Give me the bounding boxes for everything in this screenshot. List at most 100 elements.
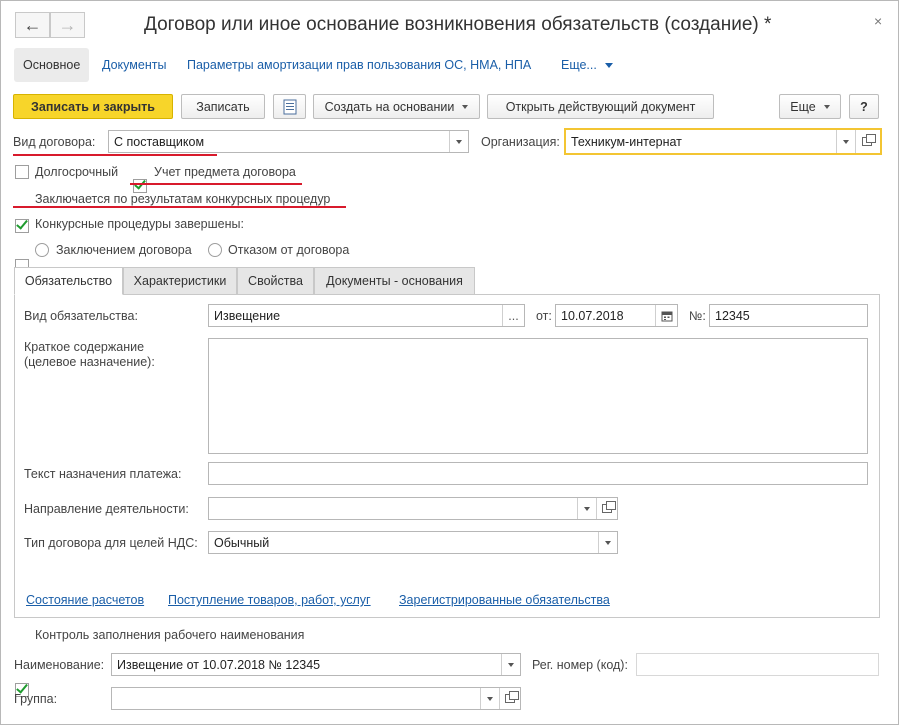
radio-refusal-label: Отказом от договора — [228, 243, 350, 257]
arrow-right-icon: → — [58, 14, 77, 35]
organization-select[interactable]: Техникум-интернат — [564, 128, 882, 155]
radio-conclusion[interactable] — [35, 243, 49, 257]
vat-type-select[interactable]: Обычный — [208, 531, 618, 554]
tab-basis-documents[interactable]: Документы - основания — [314, 267, 475, 295]
chevron-down-icon — [508, 662, 514, 667]
activity-select[interactable] — [208, 497, 618, 520]
more-button-label: Еще — [790, 99, 816, 114]
organization-label: Организация: — [481, 135, 560, 149]
subject-accounting-checkbox[interactable] — [133, 177, 147, 193]
dropdown-button[interactable] — [577, 498, 596, 519]
arrow-left-icon: ← — [23, 14, 42, 35]
tab-properties[interactable]: Свойства — [237, 267, 314, 295]
number-label: №: — [689, 309, 706, 323]
create-based-button[interactable]: Создать на основании — [313, 94, 480, 119]
chevron-down-icon — [605, 540, 611, 545]
tab-documents[interactable]: Документы — [93, 48, 175, 82]
close-icon[interactable]: × — [874, 13, 882, 29]
chevron-down-icon — [604, 63, 613, 69]
tab-main[interactable]: Основное — [14, 48, 90, 82]
tab-characteristics[interactable]: Характеристики — [123, 267, 237, 295]
dropdown-button[interactable] — [449, 131, 468, 152]
open-button[interactable] — [596, 498, 617, 519]
activity-label: Направление деятельности: — [24, 502, 189, 516]
open-window-icon — [861, 134, 876, 146]
chevron-down-icon — [462, 104, 469, 109]
tab-amortization[interactable]: Параметры амортизации прав пользования О… — [178, 48, 540, 82]
procedures-completed-label: Конкурсные процедуры завершены: — [35, 217, 244, 231]
obligation-type-label: Вид обязательства: — [24, 309, 138, 323]
forward-button[interactable]: → — [50, 12, 85, 38]
obligation-type-field[interactable]: Извещение ... — [208, 304, 525, 327]
vat-type-label: Тип договора для целей НДС: — [24, 536, 198, 550]
reg-number-field[interactable] — [636, 653, 879, 676]
list-icon — [283, 99, 296, 114]
radio-conclusion-label: Заключением договора — [56, 243, 192, 257]
chevron-down-icon — [456, 139, 462, 144]
organization-value: Техникум-интернат — [571, 134, 682, 149]
name-value: Извещение от 10.07.2018 № 12345 — [117, 657, 321, 672]
date-field[interactable]: 10.07.2018 — [555, 304, 678, 327]
name-select[interactable]: Извещение от 10.07.2018 № 12345 — [111, 653, 521, 676]
long-term-label: Долгосрочный — [35, 165, 119, 179]
tab-obligation[interactable]: Обязательство — [14, 267, 123, 295]
open-window-icon — [505, 691, 519, 703]
annotation-underline — [13, 154, 217, 156]
create-based-label: Создать на основании — [324, 99, 455, 114]
open-button[interactable] — [499, 688, 520, 709]
contract-type-label: Вид договора: — [13, 135, 96, 149]
name-label: Наименование: — [14, 658, 105, 672]
annotation-underline — [130, 183, 302, 185]
summary-label-line-1: Краткое содержание — [24, 340, 145, 354]
back-button[interactable]: ← — [15, 12, 50, 38]
date-value: 10.07.2018 — [561, 308, 624, 323]
settlements-link[interactable]: Состояние расчетов — [26, 593, 144, 607]
group-label: Группа: — [14, 692, 58, 706]
number-field[interactable]: 12345 — [709, 304, 868, 327]
control-label: Контроль заполнения рабочего наименовани… — [35, 628, 305, 642]
ellipsis-icon: ... — [508, 308, 519, 323]
long-term-checkbox[interactable] — [15, 165, 29, 179]
group-select[interactable] — [111, 687, 521, 710]
chevron-down-icon — [843, 139, 849, 144]
dropdown-button[interactable] — [501, 654, 520, 675]
dropdown-button[interactable] — [480, 688, 499, 709]
summary-textarea[interactable] — [208, 338, 868, 454]
registered-link[interactable]: Зарегистрированные обязательства — [399, 593, 610, 607]
payment-text-label: Текст назначения платежа: — [24, 467, 182, 481]
vat-type-value: Обычный — [214, 535, 270, 550]
open-button[interactable] — [855, 130, 877, 153]
competitive-checkbox[interactable] — [15, 217, 29, 233]
dropdown-button[interactable] — [836, 130, 855, 153]
contract-type-select[interactable]: С поставщиком — [108, 130, 469, 153]
annotation-underline — [13, 206, 346, 208]
list-button[interactable] — [273, 94, 306, 119]
dropdown-button[interactable] — [598, 532, 617, 553]
summary-label-line-2: (целевое назначение): — [24, 355, 155, 369]
chevron-down-icon — [487, 696, 493, 701]
tab-more-label: Еще... — [561, 58, 597, 72]
from-label: от: — [536, 309, 552, 323]
checkmark-icon — [16, 217, 28, 230]
select-button[interactable]: ... — [502, 305, 524, 326]
number-value: 12345 — [715, 308, 750, 323]
save-button[interactable]: Записать — [181, 94, 265, 119]
help-button[interactable]: ? — [849, 94, 879, 119]
window-title: Договор или иное основание возникновения… — [144, 14, 772, 35]
radio-refusal[interactable] — [208, 243, 222, 257]
receipts-link[interactable]: Поступление товаров, работ, услуг — [168, 593, 371, 607]
chevron-down-icon — [584, 506, 590, 511]
tab-more[interactable]: Еще... — [552, 48, 622, 82]
subject-accounting-label: Учет предмета договора — [154, 165, 296, 179]
contract-type-value: С поставщиком — [114, 134, 205, 149]
payment-text-field[interactable] — [208, 462, 868, 485]
open-document-button[interactable]: Открыть действующий документ — [487, 94, 714, 119]
save-close-button[interactable]: Записать и закрыть — [13, 94, 173, 119]
competitive-label: Заключается по результатам конкурсных пр… — [35, 192, 331, 206]
calendar-button[interactable] — [655, 305, 677, 326]
more-button[interactable]: Еще — [779, 94, 841, 119]
chevron-down-icon — [823, 104, 830, 109]
open-window-icon — [602, 501, 616, 513]
obligation-type-value: Извещение — [214, 308, 281, 323]
calendar-icon — [661, 311, 672, 321]
